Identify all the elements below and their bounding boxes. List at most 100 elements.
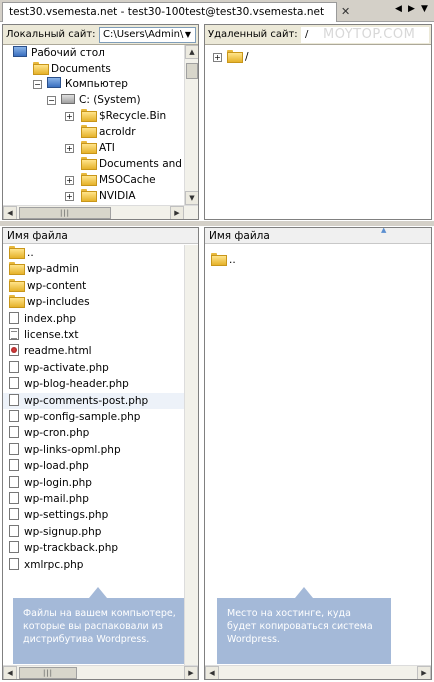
list-item[interactable]: .. bbox=[205, 252, 431, 268]
list-item[interactable]: .. bbox=[3, 245, 184, 261]
collapse-icon[interactable]: − bbox=[47, 96, 56, 105]
scroll-right-icon[interactable]: ▶ bbox=[184, 666, 198, 679]
list-item-selected[interactable]: wp-comments-post.php bbox=[3, 392, 184, 409]
list-item[interactable]: wp-settings.php bbox=[3, 507, 184, 523]
local-tree-horizontal-scrollbar[interactable]: ◀ ||| ▶ bbox=[3, 205, 198, 219]
tree-item-documents[interactable]: Documents bbox=[33, 62, 111, 77]
local-path-combo[interactable]: C:\Users\Admin\ ▼ bbox=[99, 27, 196, 43]
list-item[interactable]: wp-config-sample.php bbox=[3, 409, 184, 425]
list-item[interactable]: wp-mail.php bbox=[3, 491, 184, 507]
list-item[interactable]: wp-load.php bbox=[3, 458, 184, 474]
remote-path-value: / bbox=[305, 29, 309, 40]
local-directory-tree: Рабочий стол Documents − Компьютер − C: … bbox=[3, 45, 184, 205]
list-item[interactable]: wp-cron.php bbox=[3, 425, 184, 441]
local-list-horizontal-scrollbar[interactable]: ◀ ||| ▶ bbox=[3, 665, 198, 679]
expand-icon[interactable]: + bbox=[65, 192, 74, 201]
tab-scroll-right-icon[interactable]: ▶ bbox=[408, 4, 415, 14]
list-item[interactable]: license.txt bbox=[3, 327, 184, 343]
folder-icon bbox=[81, 109, 97, 122]
tree-item-ati[interactable]: ATI bbox=[81, 141, 115, 156]
file-icon bbox=[9, 360, 19, 373]
tree-item-nvidia[interactable]: NVIDIA bbox=[81, 189, 136, 204]
remote-column-header[interactable]: Имя файла ▲ bbox=[205, 228, 431, 244]
local-callout: Файлы на вашем компьютере, которые вы ра… bbox=[13, 598, 184, 664]
tree-item-acroldr[interactable]: acroldr bbox=[81, 125, 136, 140]
local-column-header[interactable]: Имя файла bbox=[3, 228, 198, 244]
folder-icon bbox=[9, 295, 25, 309]
file-icon bbox=[9, 311, 19, 324]
expand-icon[interactable]: + bbox=[65, 144, 74, 153]
file-icon bbox=[9, 508, 19, 521]
file-icon bbox=[9, 459, 19, 472]
tab-session[interactable]: test30.vsemesta.net - test30-100test@tes… bbox=[2, 2, 337, 22]
list-item[interactable]: wp-links-opml.php bbox=[3, 442, 184, 458]
scroll-down-icon[interactable]: ▼ bbox=[185, 191, 198, 205]
collapse-icon[interactable]: − bbox=[33, 80, 42, 89]
local-file-list: .. wp-admin wp-content wp-includes index… bbox=[3, 245, 184, 665]
tree-item-drive-c[interactable]: C: (System) bbox=[61, 93, 141, 108]
tree-item-documents-and-settings[interactable]: Documents and S bbox=[81, 157, 184, 172]
list-item[interactable]: wp-login.php bbox=[3, 475, 184, 491]
scroll-right-icon[interactable]: ▶ bbox=[170, 206, 184, 219]
list-item[interactable]: wp-signup.php bbox=[3, 524, 184, 540]
folder-icon bbox=[33, 62, 49, 75]
local-site-label: Локальный сайт: bbox=[6, 29, 96, 40]
expand-icon[interactable]: + bbox=[65, 176, 74, 185]
local-site-bar: Локальный сайт: C:\Users\Admin\ ▼ bbox=[3, 25, 198, 45]
folder-icon bbox=[81, 189, 97, 202]
local-callout-text: Файлы на вашем компьютере, которые вы ра… bbox=[23, 608, 176, 645]
tree-item-recycle-bin[interactable]: $Recycle.Bin bbox=[81, 109, 166, 124]
list-item[interactable]: wp-activate.php bbox=[3, 360, 184, 376]
horizontal-splitter[interactable] bbox=[0, 221, 434, 226]
scroll-thumb[interactable]: ||| bbox=[19, 667, 77, 679]
scroll-thumb[interactable]: ||| bbox=[19, 207, 111, 219]
list-item[interactable]: wp-blog-header.php bbox=[3, 376, 184, 392]
file-icon bbox=[9, 410, 19, 422]
local-list-vertical-scrollbar[interactable] bbox=[184, 245, 198, 665]
tab-menu-icon[interactable]: ▼ bbox=[421, 4, 428, 14]
local-tree-vertical-scrollbar[interactable]: ▲ ▼ bbox=[184, 45, 198, 205]
remote-file-pane: Имя файла ▲ .. Место на хостинге, куда б… bbox=[204, 227, 432, 680]
list-item[interactable]: wp-includes bbox=[3, 294, 184, 310]
text-file-icon bbox=[9, 328, 19, 340]
tree-item-desktop[interactable]: Рабочий стол bbox=[13, 46, 105, 61]
file-icon bbox=[9, 393, 19, 406]
tree-item-msocache[interactable]: MSOCache bbox=[81, 173, 156, 188]
file-icon bbox=[9, 492, 19, 504]
drive-icon bbox=[61, 94, 75, 104]
scroll-right-icon[interactable]: ▶ bbox=[417, 666, 431, 679]
column-name-label: Имя файла bbox=[7, 230, 68, 242]
folder-icon bbox=[81, 173, 97, 186]
remote-directory-tree: + / bbox=[205, 45, 431, 219]
tab-bar: test30.vsemesta.net - test30-100test@tes… bbox=[0, 0, 434, 22]
file-icon bbox=[9, 377, 19, 390]
html-file-icon bbox=[9, 344, 19, 357]
file-icon bbox=[9, 557, 19, 570]
tab-scroll-left-icon[interactable]: ◀ bbox=[395, 4, 402, 14]
remote-file-list: .. Место на хостинге, куда будет копиров… bbox=[205, 245, 431, 665]
remote-list-horizontal-scrollbar[interactable]: ◀ ▶ bbox=[205, 665, 431, 679]
list-item[interactable]: wp-trackback.php bbox=[3, 540, 184, 556]
tree-item-computer[interactable]: Компьютер bbox=[47, 77, 128, 92]
scroll-thumb[interactable] bbox=[186, 63, 198, 79]
tree-item-root[interactable]: / bbox=[227, 50, 249, 65]
close-tab-icon[interactable]: ✕ bbox=[341, 5, 350, 18]
folder-icon bbox=[81, 125, 97, 138]
expand-icon[interactable]: + bbox=[65, 112, 74, 121]
list-item[interactable]: index.php bbox=[3, 311, 184, 327]
folder-icon bbox=[81, 141, 97, 154]
callout-pointer bbox=[295, 587, 313, 598]
scroll-left-icon[interactable]: ◀ bbox=[3, 666, 17, 679]
list-item[interactable]: readme.html bbox=[3, 343, 184, 359]
scroll-left-icon[interactable]: ◀ bbox=[3, 206, 17, 219]
scroll-up-icon[interactable]: ▲ bbox=[185, 45, 198, 59]
chevron-down-icon[interactable]: ▼ bbox=[181, 28, 195, 42]
folder-icon bbox=[9, 278, 25, 292]
file-icon bbox=[9, 426, 19, 439]
scroll-left-icon[interactable]: ◀ bbox=[205, 666, 219, 679]
expand-icon[interactable]: + bbox=[213, 53, 222, 62]
list-item[interactable]: xmlrpc.php bbox=[3, 557, 184, 573]
list-item[interactable]: wp-content bbox=[3, 278, 184, 294]
file-icon bbox=[9, 541, 19, 554]
list-item[interactable]: wp-admin bbox=[3, 261, 184, 277]
